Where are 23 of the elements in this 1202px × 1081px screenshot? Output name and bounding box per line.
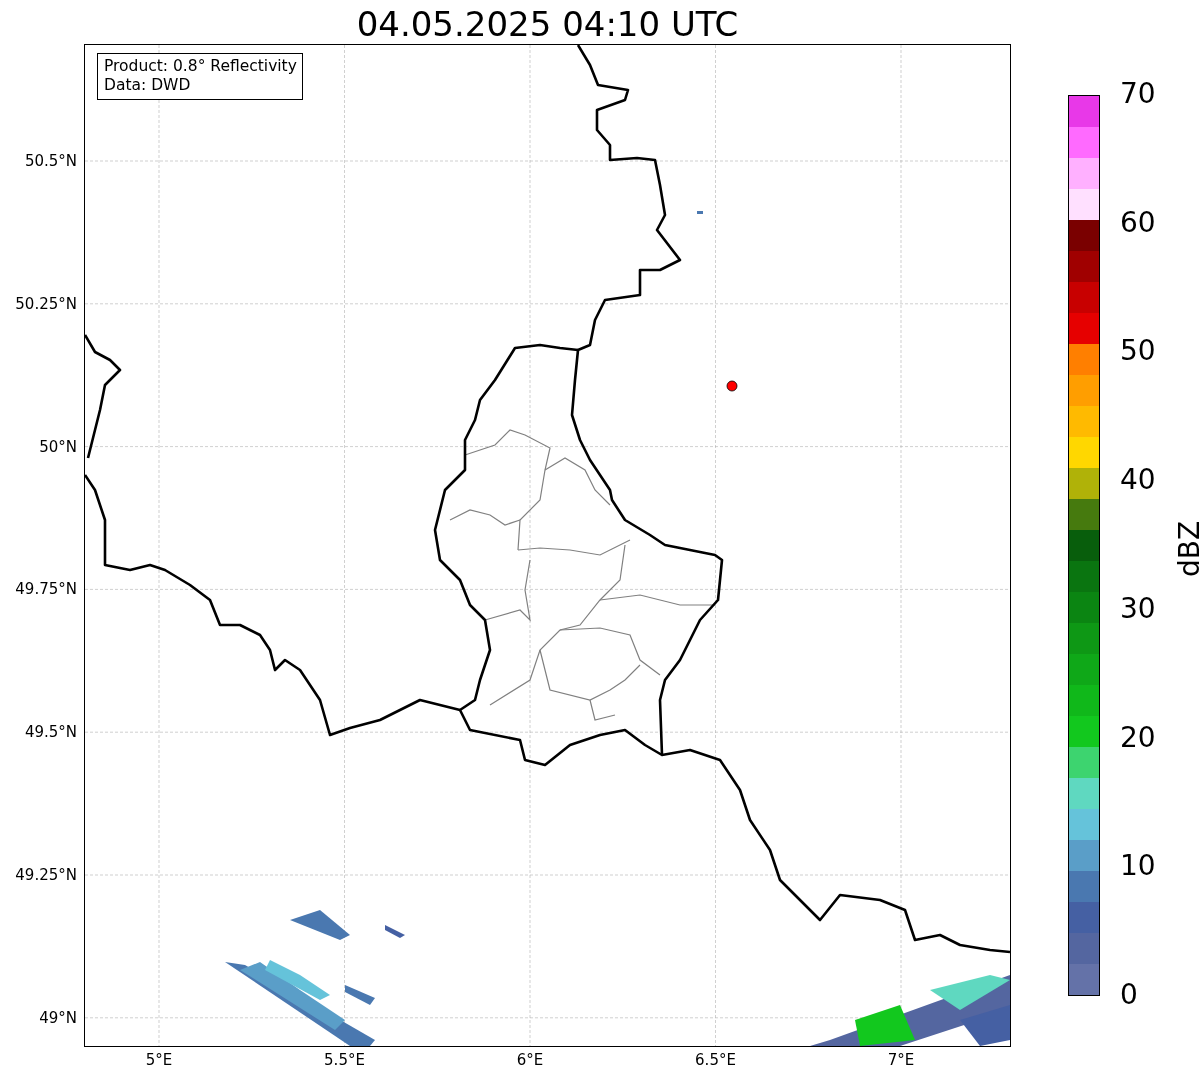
colorbar-tick-label: 70 [1120,77,1156,111]
chart-title: 04.05.2025 04:10 UTC [355,4,740,44]
latitude-label: 50.5°N [24,151,77,171]
longitude-label: 5°E [144,1050,174,1070]
latitude-label: 49.75°N [15,579,77,600]
latitude-label: 50°N [39,436,77,457]
colorbar-tick-label: 10 [1120,849,1156,884]
longitude-label: 7°E [886,1050,916,1070]
longitude-label: 5.5°E [323,1050,366,1070]
longitude-label: 6.5°E [694,1050,737,1070]
colorbar-tick-label: 60 [1120,205,1156,240]
latitude-label: 49.25°N [15,865,77,885]
longitude-label: 6°E [515,1050,545,1070]
info-box: Product: 0.8° Reflectivity Data: DWD [97,53,303,100]
latitude-label: 49.5°N [24,722,77,743]
colorbar-tick-label: 20 [1120,720,1156,755]
latitude-label: 50.25°N [15,293,77,314]
latitude-label: 49°N [39,1007,77,1028]
colorbar-tick-label: 0 [1120,978,1138,1012]
colorbar-label: dBZ [1173,520,1202,578]
colorbar-tick-label: 30 [1120,591,1156,626]
colorbar-tick-label: 40 [1120,463,1156,498]
colorbar-tick-label: 50 [1120,334,1156,369]
